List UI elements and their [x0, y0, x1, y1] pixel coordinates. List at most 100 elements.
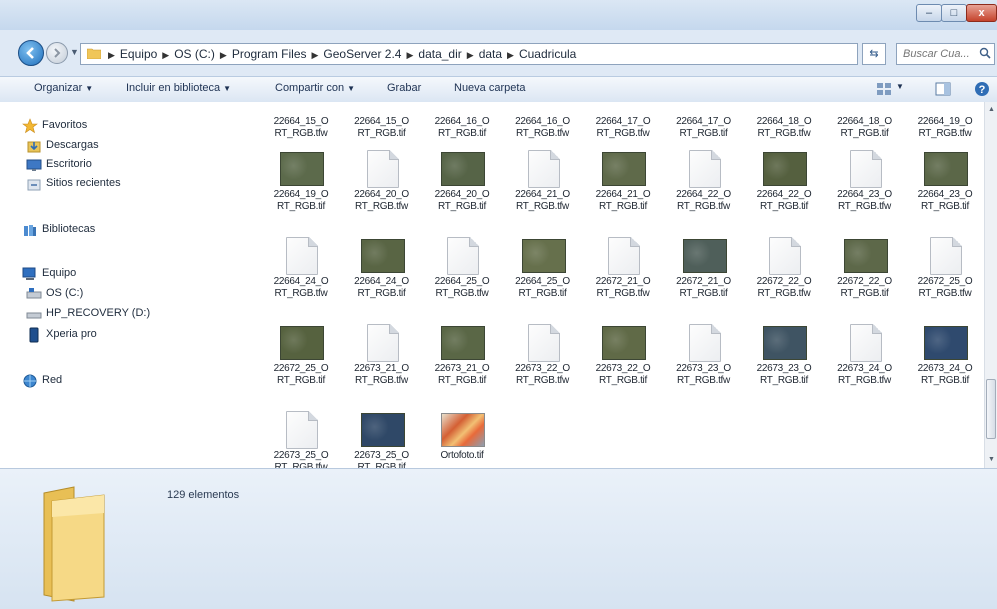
burn-button[interactable]: Grabar: [387, 82, 421, 94]
recent-pages-icon[interactable]: ▼: [70, 47, 79, 57]
file-item[interactable]: 22672_25_O RT_RGB.tfw: [910, 237, 980, 311]
file-item[interactable]: 22673_24_O RT_RGB.tif: [910, 326, 980, 398]
file-item[interactable]: 22664_21_O RT_RGB.tfw: [508, 150, 578, 224]
image-thumbnail: [441, 326, 485, 360]
file-item[interactable]: 22673_21_O RT_RGB.tif: [427, 326, 497, 398]
file-item[interactable]: 22673_23_O RT_RGB.tfw: [669, 324, 739, 398]
file-name: 22664_15_O RT_RGB.tfw: [273, 116, 329, 139]
file-item[interactable]: 22673_22_O RT_RGB.tfw: [508, 324, 578, 398]
file-name: 22664_24_O RT_RGB.tif: [354, 276, 409, 299]
file-item[interactable]: 22664_20_O RT_RGB.tfw: [347, 150, 417, 224]
breadcrumb-data-dir[interactable]: data_dir: [418, 47, 461, 61]
image-thumbnail: [521, 239, 566, 273]
document-icon: [286, 237, 318, 275]
file-item[interactable]: 22664_23_O RT_RGB.tif: [910, 152, 980, 224]
file-item[interactable]: 22664_22_O RT_RGB.tfw: [669, 150, 739, 224]
command-bar: Organizar ▼ Incluir en biblioteca ▼ Compar…: [0, 76, 997, 103]
file-item[interactable]: 22672_21_O RT_RGB.tif: [669, 239, 739, 311]
breadcrumb[interactable]: ▶ Equipo ▶ OS (C:) ▶ Program Files ▶ GeoServer …: [103, 44, 576, 64]
breadcrumb-os-c[interactable]: OS (C:): [174, 47, 215, 61]
file-name: 22672_21_O RT_RGB.tif: [676, 276, 731, 299]
file-item[interactable]: 22673_25_O RT_RGB.tif: [347, 413, 417, 468]
file-name: 22673_23_O RT_RGB.tif: [756, 363, 812, 386]
folder-icon: [43, 486, 105, 602]
file-item[interactable]: 22664_22_O RT_RGB.tif: [749, 152, 819, 224]
image-thumbnail: [682, 239, 727, 273]
preview-pane-icon[interactable]: [935, 81, 951, 97]
nav-libraries-label: Bibliotecas: [42, 223, 96, 235]
nav-xperia-label: Xperia pro: [46, 328, 97, 340]
breadcrumb-separator[interactable]: ▶: [312, 50, 319, 60]
file-name: 22673_24_O RT_RGB.tfw: [837, 363, 892, 386]
help-icon[interactable]: ?: [974, 81, 990, 97]
file-list: 22664_15_O RT_RGB.tfw 22664_15_O RT_RGB.t…: [262, 102, 984, 468]
file-item[interactable]: 22672_25_O RT_RGB.tif: [266, 326, 336, 398]
file-item[interactable]: 22664_24_O RT_RGB.tfw: [266, 237, 336, 311]
maximize-button[interactable]: □: [941, 4, 967, 22]
file-item[interactable]: 22673_22_O RT_RGB.tif: [588, 326, 658, 398]
view-dropdown-icon[interactable]: ▼: [896, 82, 904, 91]
scroll-thumb[interactable]: [986, 379, 996, 439]
refresh-button[interactable]: ⇆: [862, 43, 886, 65]
file-item[interactable]: 22673_25_O RT_RGB.tfw: [266, 411, 336, 468]
file-item[interactable]: 22672_22_O RT_RGB.tif: [830, 239, 900, 311]
file-item[interactable]: 22664_21_O RT_RGB.tif: [588, 152, 658, 224]
document-icon: [366, 324, 399, 362]
breadcrumb-geoserver[interactable]: GeoServer 2.4: [323, 47, 401, 61]
scroll-down-icon[interactable]: ▼: [988, 456, 995, 463]
minimize-button[interactable]: –: [916, 4, 942, 22]
scroll-up-icon[interactable]: ▲: [988, 106, 995, 113]
breadcrumb-data[interactable]: data: [479, 47, 502, 61]
star-icon: [22, 118, 38, 134]
file-name: 22672_25_O RT_RGB.tif: [273, 363, 329, 386]
file-name: 22673_25_O RT_RGB.tif: [354, 450, 409, 468]
nav-recent-places-label: Sitios recientes: [46, 177, 121, 189]
refresh-icon: ⇆: [869, 48, 879, 60]
breadcrumb-separator[interactable]: ▶: [467, 50, 474, 60]
file-item[interactable]: 22664_25_O RT_RGB.tif: [508, 239, 578, 311]
back-button[interactable]: [18, 40, 44, 66]
file-item[interactable]: 22673_21_O RT_RGB.tfw: [347, 324, 417, 398]
file-item[interactable]: 22664_25_O RT_RGB.tfw: [427, 237, 497, 311]
file-item[interactable]: 22664_20_O RT_RGB.tif: [427, 152, 497, 224]
nav-network-label: Red: [42, 374, 63, 386]
image-thumbnail: [924, 152, 968, 186]
search-box[interactable]: [896, 43, 995, 65]
arrow-right-icon: [54, 48, 61, 58]
search-input[interactable]: [897, 44, 983, 63]
file-name: 22673_24_O RT_RGB.tif: [917, 363, 973, 386]
close-button[interactable]: x: [966, 4, 997, 22]
file-item[interactable]: Ortofoto.tif: [427, 413, 497, 468]
address-bar[interactable]: ▶ Equipo ▶ OS (C:) ▶ Program Files ▶ GeoServer …: [80, 43, 938, 65]
include-library-button[interactable]: Incluir en biblioteca ▼: [126, 82, 231, 94]
document-icon: [849, 150, 882, 188]
breadcrumb-separator[interactable]: ▶: [507, 50, 514, 60]
file-item[interactable]: 22672_22_O RT_RGB.tfw: [749, 237, 819, 311]
breadcrumb-separator[interactable]: ▶: [162, 50, 169, 60]
file-item[interactable]: 22664_24_O RT_RGB.tif: [347, 239, 417, 311]
file-item[interactable]: 22673_23_O RT_RGB.tif: [749, 326, 819, 398]
file-item[interactable]: 22664_23_O RT_RGB.tfw: [830, 150, 900, 224]
breadcrumb-separator[interactable]: ▶: [108, 50, 115, 60]
file-item[interactable]: 22672_21_O RT_RGB.tfw: [588, 237, 658, 311]
breadcrumb-equipo[interactable]: Equipo: [120, 47, 157, 61]
view-options-icon[interactable]: [876, 81, 894, 97]
file-name: 22673_22_O RT_RGB.tfw: [515, 363, 570, 386]
vertical-scrollbar[interactable]: ▲ ▼: [984, 102, 997, 468]
file-item[interactable]: 22664_19_O RT_RGB.tif: [266, 152, 336, 224]
share-button[interactable]: Compartir con ▼: [275, 82, 355, 94]
title-bar[interactable]: – □ x: [0, 0, 997, 30]
search-icon[interactable]: [979, 47, 991, 59]
breadcrumb-program-files[interactable]: Program Files: [232, 47, 307, 61]
libraries-icon: [24, 225, 36, 236]
breadcrumb-cuadricula[interactable]: Cuadricula: [519, 47, 576, 61]
breadcrumb-separator[interactable]: ▶: [406, 50, 413, 60]
file-item[interactable]: 22673_24_O RT_RGB.tfw: [830, 324, 900, 398]
forward-button[interactable]: [46, 42, 68, 64]
organize-button[interactable]: Organizar ▼: [34, 82, 93, 94]
image-thumbnail: [280, 152, 324, 186]
drive-icon: [26, 312, 42, 319]
phone-icon: [29, 327, 39, 343]
new-folder-button[interactable]: Nueva carpeta: [454, 82, 526, 94]
breadcrumb-separator[interactable]: ▶: [220, 50, 227, 60]
